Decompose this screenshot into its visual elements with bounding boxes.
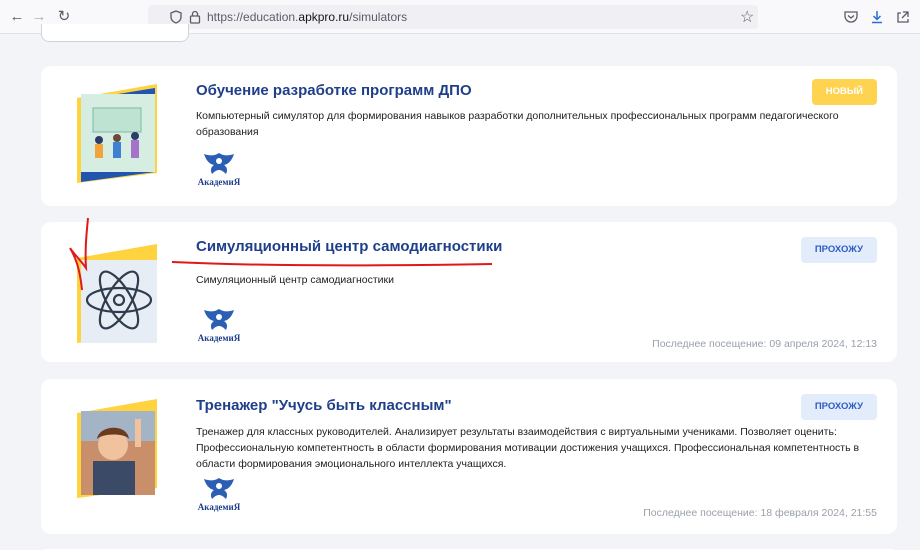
status-badge: прохожу — [800, 237, 877, 263]
lock-icon[interactable] — [189, 10, 201, 24]
simulator-thumbnail — [77, 244, 157, 343]
simulator-thumbnail — [77, 84, 157, 183]
download-icon[interactable] — [869, 9, 885, 25]
filter-dropdown[interactable] — [41, 24, 189, 42]
logo-text: АкадемиЯ — [197, 177, 241, 187]
simulator-thumbnail — [77, 399, 157, 498]
academy-logo: АкадемиЯ — [196, 475, 242, 515]
card-title[interactable]: Обучение разработке программ ДПО — [196, 82, 472, 99]
status-badge: прохожу — [800, 394, 877, 420]
last-visit: Последнее посещение: 18 февраля 2024, 21… — [643, 507, 877, 519]
card-description: Симуляционный центр самодиагностики — [196, 274, 394, 286]
logo-text: АкадемиЯ — [197, 502, 241, 512]
simulator-card[interactable]: Симуляционный центр самодиагностики Симу… — [41, 222, 897, 362]
card-description: Компьютерный симулятор для формирования … — [196, 110, 839, 138]
card-description: Тренажер для классных руководителей. Ана… — [196, 426, 860, 470]
bookmark-star-icon[interactable]: ☆ — [740, 7, 754, 27]
academy-logo: АкадемиЯ — [196, 306, 242, 346]
shield-icon[interactable] — [170, 10, 182, 24]
share-icon[interactable] — [895, 9, 911, 25]
pocket-icon[interactable] — [843, 9, 859, 25]
status-badge: новый — [811, 79, 877, 105]
eagle-emblem-icon — [204, 309, 234, 330]
academy-logo: АкадемиЯ — [196, 150, 242, 190]
eagle-emblem-icon — [204, 478, 234, 499]
eagle-emblem-icon — [204, 153, 234, 174]
logo-text: АкадемиЯ — [197, 333, 241, 343]
card-title[interactable]: Симуляционный центр самодиагностики — [196, 238, 502, 255]
card-title[interactable]: Тренажер "Учусь быть классным" — [196, 397, 452, 414]
back-arrow-icon[interactable]: ← — [8, 8, 26, 26]
last-visit: Последнее посещение: 09 апреля 2024, 12:… — [652, 338, 877, 350]
simulator-card[interactable]: Тренажер "Учусь быть классным" Тренажер … — [41, 379, 897, 534]
simulator-card[interactable]: Обучение разработке программ ДПО Компьют… — [41, 66, 897, 206]
url-text[interactable]: https://education.apkpro.ru/simulators — [207, 10, 407, 24]
